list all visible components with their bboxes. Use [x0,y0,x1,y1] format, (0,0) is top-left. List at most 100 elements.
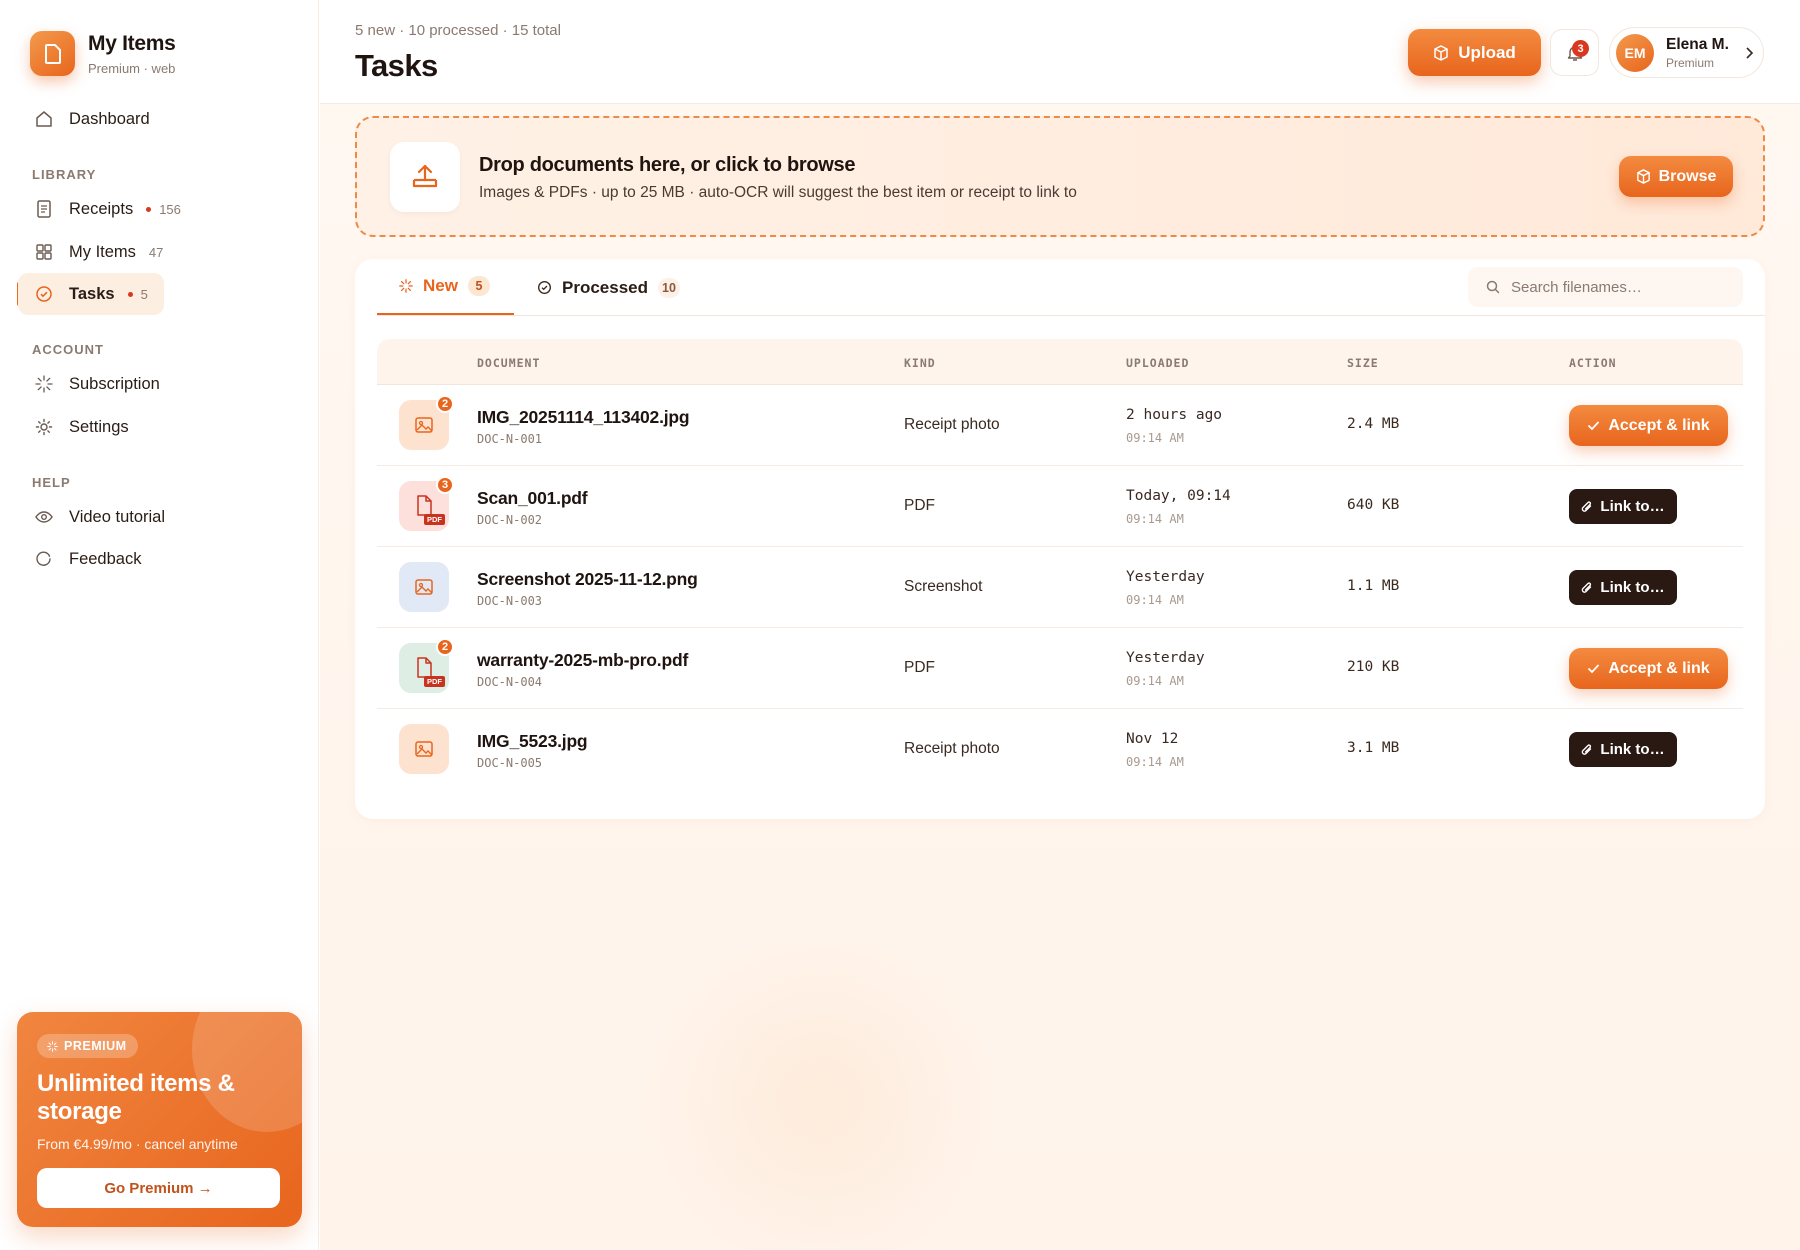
column-header: KIND [904,356,936,370]
paperclip-icon [1581,500,1593,514]
uploaded-time: 09:14 AM [1126,674,1184,688]
promo-title: Unlimited items & storage [37,1070,235,1125]
column-header: UPLOADED [1126,356,1190,370]
button-label: Link to… [1600,741,1665,758]
accept-and-link-button[interactable]: Accept & link [1569,405,1728,446]
button-label: Link to… [1600,498,1665,515]
sidebar-item-dashboard[interactable]: Dashboard [18,98,166,140]
table-row[interactable]: PDF 2 warranty-2025-mb-pro.pdf DOC-N-004… [377,628,1743,709]
link-to-button[interactable]: Link to… [1569,732,1677,767]
document-name: warranty-2025-mb-pro.pdf [477,650,689,670]
avatar: EM [1616,33,1654,72]
pdf-tag: PDF [424,676,445,687]
unread-dot [127,291,133,297]
sidebar-item-label: Dashboard [69,109,150,128]
check-circle-icon [34,284,54,304]
sidebar-item-tasks[interactable]: Tasks 5 [18,273,164,315]
tab-count: 5 [467,276,490,296]
table-row[interactable]: PDF 3 Scan_001.pdf DOC-N-002 PDF Today, … [377,466,1743,547]
file-size: 1.1 MB [1347,578,1400,594]
notifications-button[interactable]: 3 [1550,29,1599,76]
main-content: 5 new · 10 processed · 15 total Tasks Up… [320,0,1800,1250]
button-label: Accept & link [1608,416,1710,434]
upload-dropzone[interactable]: Drop documents here, or click to browse … [355,116,1765,237]
check-icon [1587,663,1600,674]
uploaded-date: Yesterday [1126,650,1205,666]
premium-badge-label: PREMIUM [64,1039,127,1053]
suggestion-count-badge: 2 [436,638,454,656]
tab-new[interactable]: New 5 [377,259,514,316]
sidebar-item-label: Video tutorial [69,507,166,526]
box-icon [1636,169,1651,184]
user-name: Elena M. [1666,35,1729,53]
tab-processed[interactable]: Processed 10 [537,259,680,316]
image-file-icon: 2 [399,395,454,450]
search-input[interactable]: Search filenames… [1468,267,1743,307]
document-kind: Receipt photo [904,416,1000,433]
suggestion-count-badge: 2 [436,395,454,413]
button-label: Link to… [1600,579,1665,596]
column-header: DOCUMENT [477,356,541,370]
sidebar-item-subscription[interactable]: Subscription [18,363,176,405]
sidebar-item-label: Tasks [69,284,115,303]
section-library-label: LIBRARY [32,167,97,182]
image-file-icon [399,562,449,612]
document-id: DOC-N-004 [477,675,543,689]
tab-label: Processed [562,277,648,297]
accept-and-link-button[interactable]: Accept & link [1569,648,1728,689]
receipt-icon [34,199,54,219]
table-row[interactable]: 2 IMG_20251114_113402.jpg DOC-N-001 Rece… [377,385,1743,466]
dropzone-subtitle: Images & PDFs · up to 25 MB · auto-OCR w… [479,184,1077,201]
sparkle-icon [34,374,54,394]
file-size: 2.4 MB [1347,416,1400,432]
document-name: IMG_5523.jpg [477,731,588,751]
uploaded-date: Yesterday [1126,569,1205,585]
paperclip-icon [1581,743,1593,757]
document-id: DOC-N-001 [477,432,543,446]
sidebar: My Items Premium · web Dashboard LIBRARY… [0,0,319,1250]
table-row[interactable]: IMG_5523.jpg DOC-N-005 Receipt photo Nov… [377,709,1743,790]
uploaded-date: Today, 09:14 [1126,488,1231,504]
user-menu[interactable]: EM Elena M. Premium [1609,27,1764,78]
feedback-icon [34,549,54,569]
brand[interactable]: My Items Premium · web [30,31,176,76]
pdf-file-icon: PDF 3 [399,476,454,531]
tab-label: New [423,276,458,295]
sidebar-item-count: 47 [148,244,164,260]
sidebar-item-label: Subscription [69,374,160,393]
sidebar-item-settings[interactable]: Settings [18,406,145,448]
brand-logo-icon [30,31,75,76]
link-to-button[interactable]: Link to… [1569,489,1677,524]
notification-count-badge: 3 [1572,40,1589,57]
upload-button[interactable]: Upload [1408,29,1541,76]
table-row[interactable]: Screenshot 2025-11-12.png DOC-N-003 Scre… [377,547,1743,628]
document-id: DOC-N-002 [477,513,543,527]
document-id: DOC-N-005 [477,756,543,770]
unread-dot [146,206,152,212]
go-premium-button[interactable]: Go Premium → [37,1168,280,1208]
sidebar-item-video-tutorial[interactable]: Video tutorial [18,496,181,538]
file-size: 3.1 MB [1347,740,1400,756]
sidebar-item-count: 156 [159,201,181,217]
column-header: ACTION [1569,356,1617,370]
home-icon [34,109,54,129]
check-circle-icon [537,280,552,295]
page-header: 5 new · 10 processed · 15 total Tasks Up… [320,0,1800,104]
grid-icon [34,242,54,262]
uploaded-time: 09:14 AM [1126,755,1184,769]
sparkle-icon [47,1040,58,1052]
uploaded-time: 09:14 AM [1126,512,1184,526]
pdf-file-icon: PDF 2 [399,638,454,693]
pdf-tag: PDF [424,514,445,525]
link-to-button[interactable]: Link to… [1569,570,1677,605]
browse-button[interactable]: Browse [1619,156,1733,197]
document-kind: PDF [904,497,935,514]
tab-count: 10 [658,277,680,298]
sidebar-item-my-items[interactable]: My Items 47 [18,231,179,273]
sidebar-item-receipts[interactable]: Receipts 156 [18,188,197,230]
brand-subtitle: Premium · web [88,60,176,76]
button-label: Accept & link [1608,659,1710,677]
section-help-label: HELP [32,475,71,490]
sidebar-item-feedback[interactable]: Feedback [18,538,157,580]
file-size: 210 KB [1347,659,1400,675]
